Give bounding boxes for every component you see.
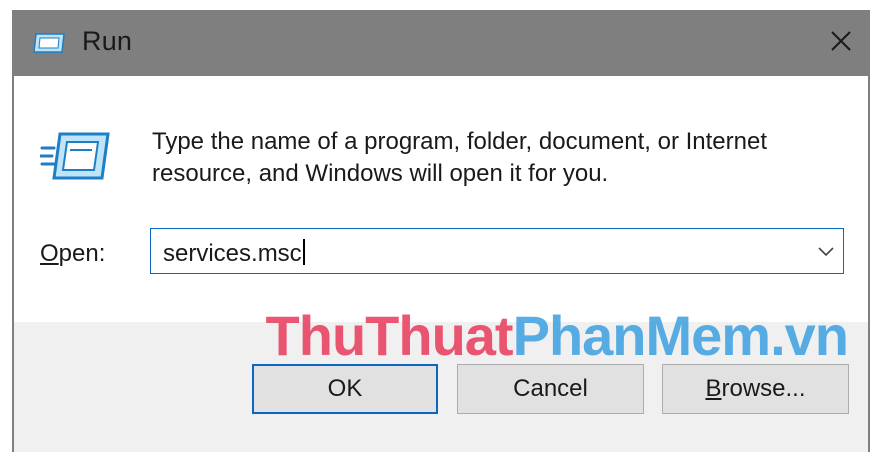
cancel-button-label: Cancel xyxy=(513,375,588,402)
text-caret xyxy=(302,239,305,265)
open-label-rest: pen: xyxy=(58,240,106,267)
run-icon xyxy=(40,132,110,180)
browse-button-label: rowse... xyxy=(721,375,806,402)
browse-button[interactable]: Browse... xyxy=(662,364,849,414)
cancel-button[interactable]: Cancel xyxy=(457,364,644,414)
open-combobox[interactable]: services.msc xyxy=(150,228,844,274)
close-icon[interactable] xyxy=(824,24,858,58)
ok-button-label: OK xyxy=(327,375,363,402)
run-icon xyxy=(33,33,65,53)
browse-button-mnemonic: B xyxy=(705,375,722,402)
open-input-value: services.msc xyxy=(163,240,302,267)
title-bar[interactable]: Run xyxy=(12,10,870,76)
chevron-down-icon[interactable] xyxy=(817,243,835,259)
dialog-body xyxy=(14,76,868,322)
description-line-2: resource, and Windows will open it for y… xyxy=(152,160,609,187)
open-label: Open: xyxy=(40,240,105,268)
run-dialog: Run Type the name of a program, folder, … xyxy=(0,0,870,452)
ok-button[interactable]: OK xyxy=(252,364,438,414)
open-input[interactable]: services.msc xyxy=(163,239,305,268)
open-label-mnemonic: O xyxy=(40,240,59,267)
window-title: Run xyxy=(82,26,133,56)
description-line-1: Type the name of a program, folder, docu… xyxy=(152,128,768,155)
description-text: Type the name of a program, folder, docu… xyxy=(152,126,852,190)
